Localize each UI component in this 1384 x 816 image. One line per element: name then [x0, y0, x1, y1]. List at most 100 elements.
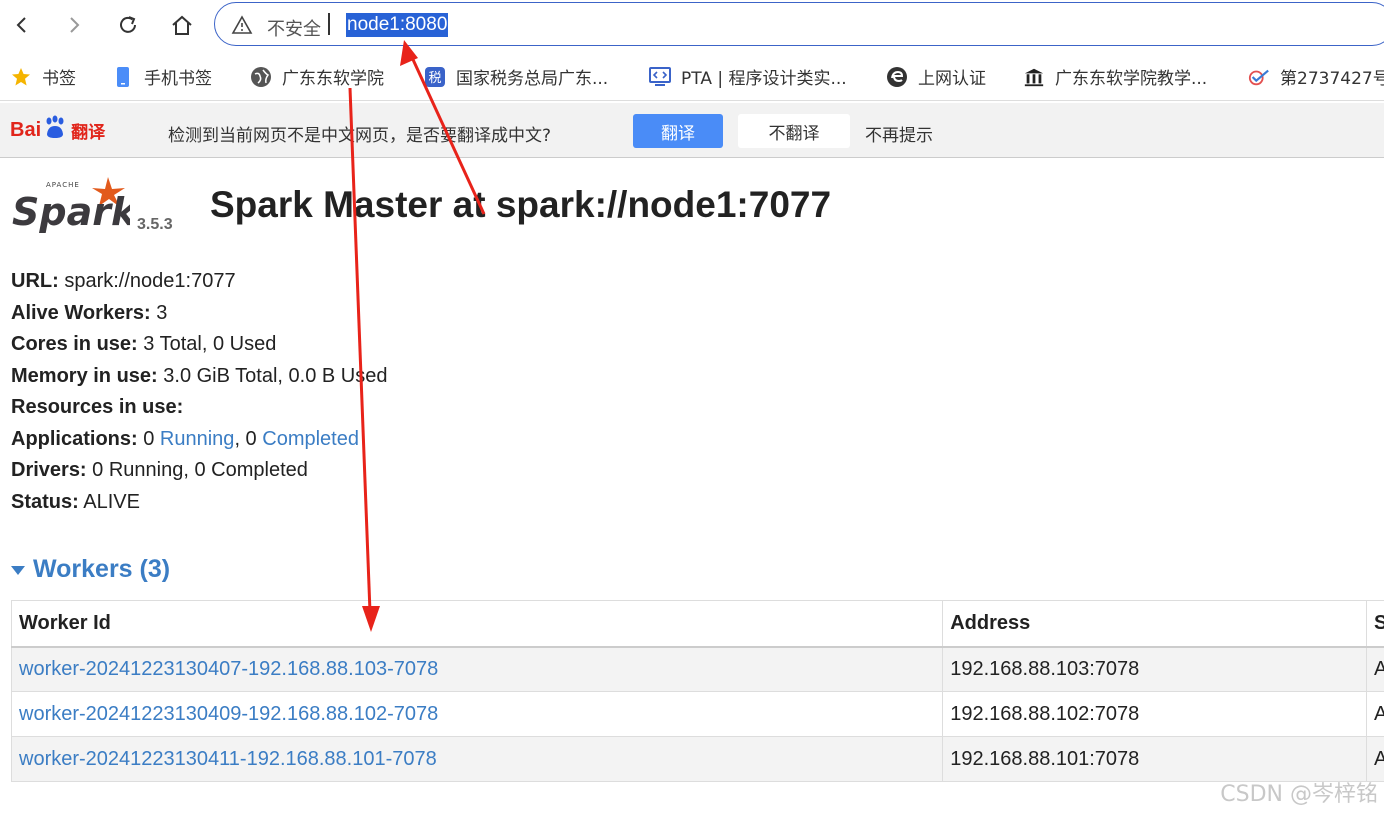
- bookmark-mobile[interactable]: 手机书签: [112, 64, 212, 89]
- info-value: 3.0 GiB Total, 0.0 B Used: [163, 364, 388, 387]
- info-value: 3: [156, 301, 168, 324]
- spark-logo[interactable]: APACHE Spark: [10, 173, 139, 240]
- bookmark-label: 广东东软学院教学...: [1055, 69, 1208, 89]
- info-value: 3 Total, 0 Used: [143, 333, 277, 355]
- edge-icon: [886, 66, 908, 88]
- translate-bar: Bai 翻译 检测到当前网页不是中文网页，是否要翻译成中文? 翻译 不翻译 不再…: [0, 103, 1384, 158]
- bookmark-number[interactable]: 第2737427号: [1248, 64, 1384, 89]
- caret-down-icon: [11, 566, 25, 575]
- svg-text:Spark: Spark: [12, 190, 130, 234]
- globe-icon: [250, 66, 272, 88]
- info-applications: Applications: 0 Running, 0 Completed: [11, 424, 387, 456]
- info-label: Alive Workers:: [11, 301, 151, 324]
- info-label: Memory in use:: [11, 364, 158, 387]
- forward-button[interactable]: [58, 10, 90, 40]
- reload-icon: [120, 16, 136, 33]
- insecure-label[interactable]: 不安全: [267, 15, 321, 41]
- info-label: Applications:: [11, 427, 138, 450]
- home-icon: [172, 15, 192, 35]
- no-translate-button[interactable]: 不翻译: [738, 114, 850, 148]
- code-icon: [649, 66, 671, 88]
- forward-arrow-icon: [70, 17, 80, 33]
- worker-id-cell: worker-20241223130409-192.168.88.102-707…: [10, 691, 944, 737]
- url-text[interactable]: node1:8080: [346, 13, 449, 37]
- back-arrow-icon: [16, 17, 26, 33]
- state-cell: A: [1365, 691, 1384, 737]
- info-value: ALIVE: [83, 490, 140, 513]
- address-bar[interactable]: 不安全 node1:8080: [214, 2, 1384, 46]
- baidu-translate-text: 翻译: [71, 122, 106, 143]
- baidu-brand-text: Bai: [10, 118, 42, 141]
- never-prompt-button[interactable]: 不再提示: [865, 121, 933, 146]
- table-row: worker-20241223130409-192.168.88.102-707…: [10, 691, 1384, 737]
- home-button[interactable]: [166, 10, 198, 40]
- info-label: Drivers:: [11, 459, 87, 481]
- state-cell: A: [1365, 736, 1384, 782]
- info-label: Resources in use:: [11, 396, 184, 418]
- building-icon: [1023, 66, 1045, 88]
- baidu-translate-logo: Bai 翻译: [10, 115, 105, 145]
- info-resources: Resources in use:: [11, 392, 387, 424]
- info-value: 0 Running, 0 Completed: [92, 459, 308, 481]
- running-apps-link[interactable]: Running: [160, 428, 235, 450]
- phone-icon: [112, 66, 134, 88]
- info-memory: Memory in use: 3.0 GiB Total, 0.0 B Used: [11, 361, 387, 393]
- column-header-address[interactable]: Address: [942, 600, 1367, 648]
- table-row: worker-20241223130411-192.168.88.101-707…: [10, 736, 1384, 782]
- info-value: , 0: [234, 427, 257, 450]
- info-label: Status:: [11, 490, 79, 513]
- translate-message: 检测到当前网页不是中文网页，是否要翻译成中文?: [168, 126, 552, 146]
- bookmark-net-auth[interactable]: 上网认证: [886, 64, 986, 89]
- bookmark-bookmarks[interactable]: 书签: [10, 64, 76, 89]
- worker-link[interactable]: worker-20241223130411-192.168.88.101-707…: [19, 748, 437, 770]
- back-button[interactable]: [6, 10, 38, 40]
- info-value: spark://node1:7077: [64, 270, 236, 292]
- worker-id-cell: worker-20241223130407-192.168.88.103-707…: [10, 646, 944, 692]
- bookmark-tax[interactable]: 税 国家税务总局广东...: [424, 64, 608, 89]
- bookmark-label: PTA | 程序设计类实...: [681, 69, 847, 89]
- browser-toolbar: 不安全 node1:8080: [0, 0, 1384, 52]
- bookmark-label: 国家税务总局广东...: [456, 69, 609, 89]
- info-alive-workers: Alive Workers: 3: [11, 298, 387, 330]
- star-icon: [10, 66, 32, 88]
- workers-section-toggle[interactable]: Workers (3): [11, 555, 170, 584]
- worker-id-cell: worker-20241223130411-192.168.88.101-707…: [10, 736, 944, 782]
- info-label: Cores in use:: [11, 333, 138, 355]
- svg-text:APACHE: APACHE: [46, 181, 80, 189]
- state-cell: A: [1365, 646, 1384, 692]
- worker-link[interactable]: worker-20241223130407-192.168.88.103-707…: [19, 658, 438, 680]
- paw-icon: [42, 115, 68, 145]
- bookmark-pta[interactable]: PTA | 程序设计类实...: [649, 64, 847, 89]
- worker-link[interactable]: worker-20241223130409-192.168.88.102-707…: [19, 703, 438, 725]
- address-cell: 192.168.88.103:7078: [942, 646, 1367, 692]
- warning-icon[interactable]: [231, 15, 253, 35]
- info-status: Status: ALIVE: [11, 487, 387, 519]
- bookmark-teaching[interactable]: 广东东软学院教学...: [1023, 64, 1207, 89]
- column-header-worker-id[interactable]: Worker Id: [10, 600, 944, 648]
- info-drivers: Drivers: 0 Running, 0 Completed: [11, 455, 387, 487]
- csdn-watermark: CSDN @岑梓铭: [1220, 782, 1378, 807]
- table-row: worker-20241223130407-192.168.88.103-707…: [10, 646, 1384, 692]
- bookmark-label: 上网认证: [918, 69, 986, 89]
- bookmark-label: 书签: [42, 69, 76, 89]
- bookmark-neusoft[interactable]: 广东东软学院: [250, 64, 384, 89]
- page-title: Spark Master at spark://node1:7077: [210, 184, 832, 225]
- bookmark-label: 第2737427号: [1280, 69, 1384, 89]
- spark-version: 3.5.3: [137, 216, 173, 233]
- info-cores: Cores in use: 3 Total, 0 Used: [11, 329, 387, 361]
- svg-text:税: 税: [428, 71, 441, 86]
- info-url: URL: spark://node1:7077: [11, 266, 387, 298]
- completed-apps-link[interactable]: Completed: [262, 428, 359, 450]
- address-divider: [328, 13, 330, 35]
- translate-button[interactable]: 翻译: [633, 114, 723, 148]
- workers-table: Worker Id Address S worker-2024122313040…: [10, 600, 1384, 782]
- address-cell: 192.168.88.101:7078: [942, 736, 1367, 782]
- check-icon: [1248, 66, 1270, 88]
- column-header-state[interactable]: S: [1365, 600, 1384, 648]
- bookmark-label: 手机书签: [144, 69, 212, 89]
- master-info-list: URL: spark://node1:7077 Alive Workers: 3…: [11, 266, 387, 518]
- reload-button[interactable]: [112, 10, 144, 40]
- info-value: 0: [143, 427, 155, 450]
- tax-icon: 税: [424, 66, 446, 88]
- workers-section-title: Workers (3): [33, 555, 171, 583]
